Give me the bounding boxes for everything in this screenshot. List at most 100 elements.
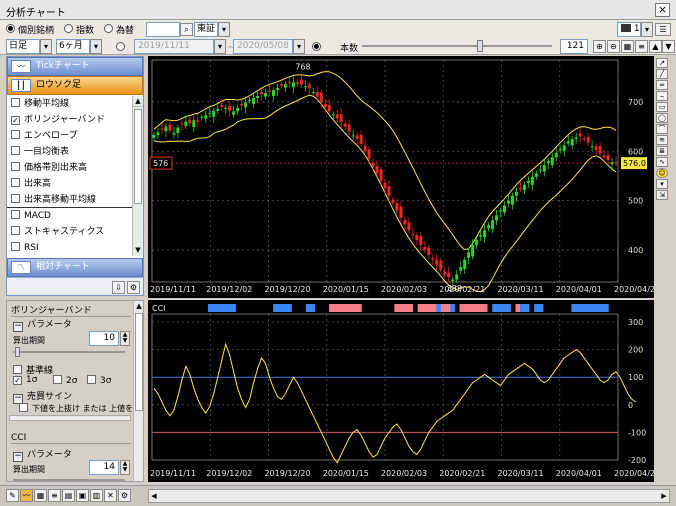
period-dropdown-icon[interactable]: ▾ [40, 39, 52, 54]
range-dropdown-icon[interactable]: ▾ [90, 39, 102, 54]
signal-option[interactable]: 下値を上抜け または 上値を [19, 403, 133, 414]
indicator-checkbox[interactable] [11, 178, 20, 187]
signal-checkbox[interactable] [19, 403, 28, 412]
boll-slider-thumb[interactable] [15, 347, 20, 357]
collapse-icon[interactable]: − [13, 452, 23, 462]
list-icon[interactable]: ≡ [635, 40, 648, 53]
line-icon[interactable]: ╱ [656, 69, 668, 79]
indicator-item[interactable]: 移動平均線 [7, 96, 133, 112]
cci-chart-panel[interactable]: 300 200 100 0 -100 -200 CCI 2019/11/11 2019/12/0… [148, 300, 660, 482]
date-to-field[interactable]: 2020/05/08 [233, 39, 293, 54]
chart-h-scrollbar[interactable]: ◀ ▶ [148, 489, 670, 503]
parallel-icon[interactable]: ═ [656, 80, 668, 90]
trend-line-icon[interactable]: ↗ [656, 58, 668, 68]
arc-icon[interactable]: ⌒ [656, 124, 668, 134]
sigma3-option[interactable]: 3σ [87, 375, 111, 386]
scroll-thumb[interactable] [134, 109, 142, 204]
price-chart[interactable]: 400500600700576 576.07683332019/11/11 2019… [148, 56, 660, 298]
channel-icon[interactable]: ≣ [656, 146, 668, 156]
indicator-checkbox[interactable] [11, 242, 20, 251]
resize-icon[interactable]: ⇲ [656, 190, 668, 200]
radio-index[interactable] [64, 24, 73, 33]
smile-icon[interactable]: ☺ [656, 168, 668, 178]
radio-individual[interactable] [6, 24, 15, 33]
close-button[interactable]: × [655, 3, 670, 17]
collapse-icon[interactable]: − [13, 322, 23, 332]
save-settings-icon[interactable]: ⇩ [112, 281, 125, 294]
move-up-icon[interactable]: ▲ [649, 40, 662, 53]
panel-count-select[interactable]: 1 [617, 22, 641, 37]
bars-slider-thumb[interactable] [477, 40, 483, 52]
radio-bars[interactable] [312, 42, 321, 51]
move-down-icon[interactable]: ▼ [662, 40, 675, 53]
date-from-dropdown-icon[interactable]: ▾ [214, 39, 226, 54]
scroll-thumb[interactable] [135, 313, 143, 411]
sigma1-option[interactable]: ✓ 1σ [13, 375, 37, 385]
delete-icon[interactable]: ✕ [104, 489, 117, 502]
signal-section[interactable]: − 売買サイン [13, 389, 72, 404]
indicator-checkbox[interactable] [11, 194, 20, 203]
indicator-checkbox[interactable] [11, 146, 20, 155]
scroll-up-icon[interactable]: ▲ [133, 96, 143, 107]
candle-button[interactable]: ┃┃ ロウソク足 [7, 76, 143, 95]
code-input[interactable] [146, 22, 180, 37]
settings-h-scrollbar[interactable] [9, 415, 131, 421]
bars-input[interactable]: 121 [560, 39, 588, 54]
pen-icon[interactable]: ✎ [6, 489, 19, 502]
indicator-checkbox[interactable] [11, 162, 20, 171]
horizontal-line-icon[interactable]: ⎯ [656, 91, 668, 101]
sigma2-option[interactable]: 2σ [53, 375, 77, 386]
range-select[interactable]: 6ヶ月 [56, 39, 90, 54]
settings-icon[interactable]: ⚙ [127, 281, 140, 294]
period-select[interactable]: 日足 [6, 39, 40, 54]
scroll-down-icon[interactable]: ▼ [133, 245, 143, 256]
cci-period-spinner[interactable]: ▲ ▼ [120, 460, 130, 475]
cci-chart[interactable]: 300 200 100 0 -100 -200 CCI 2019/11/11 2019/12/0… [148, 300, 660, 482]
date-to-dropdown-icon[interactable]: ▾ [293, 39, 305, 54]
search-icon[interactable]: ⌕ [180, 23, 193, 36]
sigma2-checkbox[interactable] [53, 375, 62, 384]
indicator-item[interactable]: 価格帯別出来高 [7, 160, 133, 176]
layout-icon[interactable]: ▣ [76, 489, 89, 502]
indicator-item[interactable]: MACD [7, 208, 133, 224]
indicator-checkbox[interactable] [11, 226, 20, 235]
sigma3-checkbox[interactable] [87, 375, 96, 384]
indicator-checkbox[interactable]: ✓ [11, 116, 20, 125]
baseline-checkbox[interactable] [13, 365, 22, 374]
indicator-item[interactable]: 出来高 [7, 176, 133, 192]
indicator-checkbox[interactable] [11, 98, 20, 107]
boll-period-input[interactable]: 10 [89, 331, 119, 346]
zoom-in-icon[interactable]: ⊕ [593, 40, 606, 53]
panel-dropdown-icon[interactable]: ▾ [641, 22, 653, 37]
bars-slider-track[interactable] [362, 45, 552, 47]
indicator-item[interactable]: RSI [7, 240, 133, 256]
zoom-out-icon[interactable]: ⊖ [607, 40, 620, 53]
exchange-dropdown-icon[interactable]: ▾ [218, 22, 230, 37]
exchange-select[interactable]: 東証 [194, 22, 218, 37]
indicator-list-scrollbar[interactable]: ▲ ▼ [132, 96, 143, 256]
list-icon[interactable]: ≡ [48, 489, 61, 502]
cci-param-section[interactable]: − パラメータ [13, 447, 72, 462]
scroll-right-icon[interactable]: ▶ [659, 490, 669, 502]
indicator-item[interactable]: 出来高移動平均線 [7, 192, 133, 208]
indicator-checkbox[interactable] [11, 210, 20, 219]
panel-icon[interactable]: ▤ [62, 489, 75, 502]
indicator-item[interactable]: ストキャスティクス [7, 224, 133, 240]
relative-chart-button[interactable]: 〽相対チャート [7, 258, 143, 277]
settings-icon[interactable]: ⚙ [118, 489, 131, 502]
radio-date-range[interactable] [116, 42, 125, 51]
line-tool-icon[interactable]: 〰 [20, 489, 33, 502]
sigma1-checkbox[interactable]: ✓ [13, 376, 22, 385]
grid-icon[interactable]: ▦ [621, 40, 634, 53]
menu-icon[interactable]: ▾ [656, 179, 668, 189]
cci-period-slider[interactable] [13, 479, 125, 481]
indicator-item[interactable]: 一目均衡表 [7, 144, 133, 160]
radio-fx[interactable] [104, 24, 113, 33]
price-chart-panel[interactable]: 400 500 600 700 576 576.0 768 333 2019/11/11 2019… [148, 56, 660, 298]
indicator-item[interactable]: エンベロープ [7, 128, 133, 144]
settings-v-scrollbar[interactable]: ▲ [133, 301, 143, 481]
rectangle-icon[interactable]: ▭ [656, 102, 668, 112]
boll-param-section[interactable]: − パラメータ [13, 317, 72, 332]
scroll-left-icon[interactable]: ◀ [149, 490, 159, 502]
date-from-field[interactable]: 2019/11/11 [134, 39, 214, 54]
